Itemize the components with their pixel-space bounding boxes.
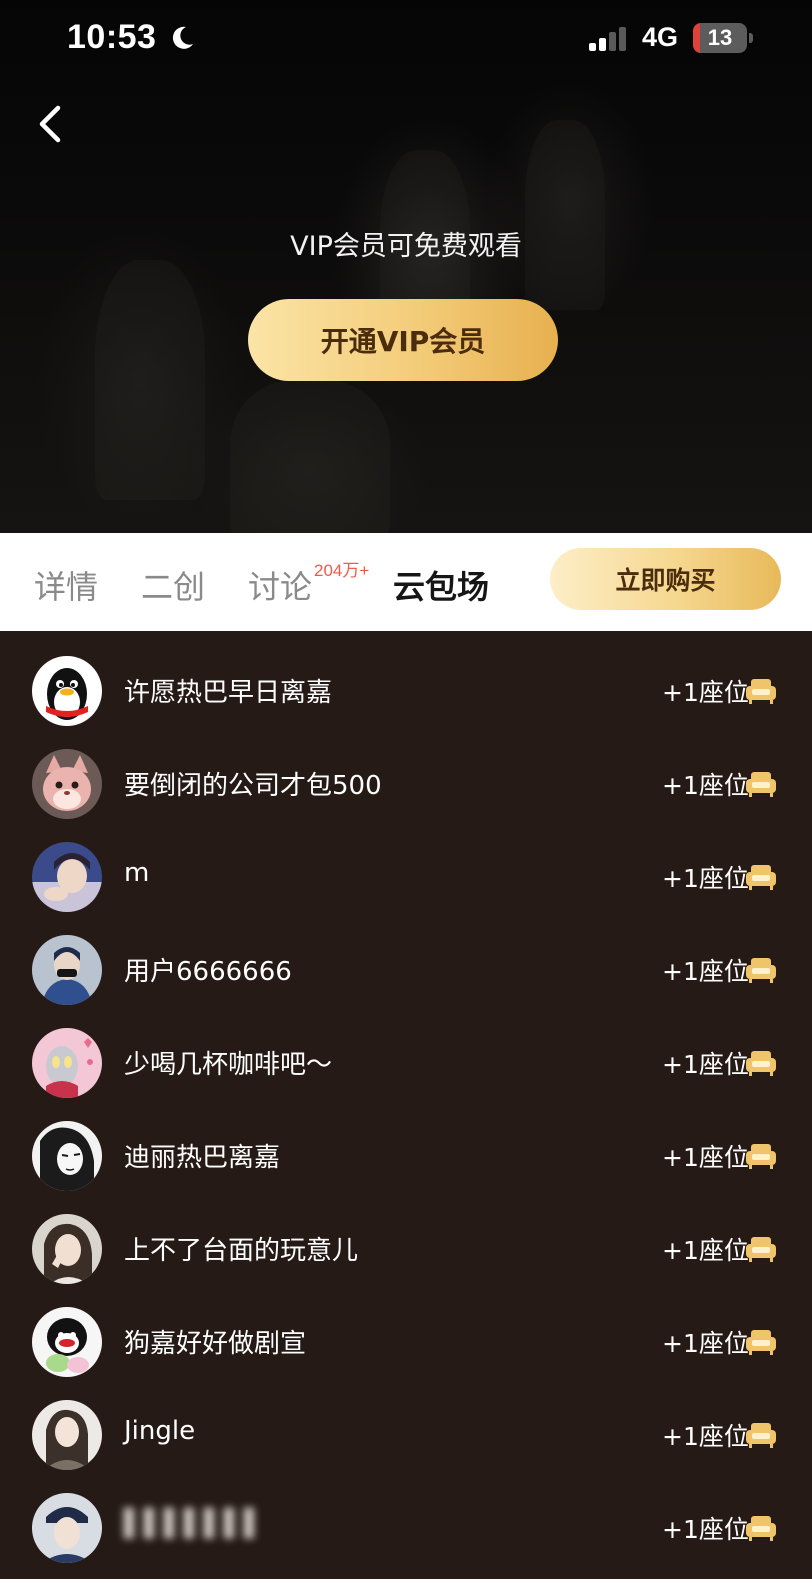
cartoon-fox-avatar-icon — [32, 749, 102, 819]
seat-count-label: +1座位 — [662, 1329, 749, 1358]
penguin-plush-avatar-icon — [32, 1307, 102, 1377]
user-name: m — [124, 858, 150, 888]
seat-count-label: +1座位 — [662, 1143, 749, 1172]
status-time: 10:53 — [67, 18, 157, 56]
sofa-icon — [746, 865, 776, 890]
user-name: 少喝几杯咖啡吧～ — [124, 1050, 333, 1080]
background-figure — [525, 120, 605, 310]
seat-count-label: +1座位 — [662, 1050, 749, 1079]
discussion-count-badge: 204万+ — [314, 561, 370, 580]
user-name: 用户6666666 — [124, 957, 292, 987]
sofa-icon — [746, 1330, 776, 1355]
list-item: 上不了台面的玩意儿 +1座位 — [0, 1206, 812, 1299]
list-item: 少喝几杯咖啡吧～ +1座位 — [0, 1020, 812, 1113]
avatar[interactable] — [32, 1493, 102, 1563]
cartoon-hero-avatar-icon — [32, 1028, 102, 1098]
list-item: 迪丽热巴离嘉 +1座位 — [0, 1113, 812, 1206]
seat-count-label: +1座位 — [662, 1236, 749, 1265]
avatar[interactable] — [32, 935, 102, 1005]
video-player-area: 10:53 4G 13 VIP会员可免费观看 开通VIP会员 — [0, 0, 812, 533]
moon-icon — [172, 26, 193, 49]
seat-count-label: +1座位 — [662, 957, 749, 986]
list-item: 许愿热巴早日离嘉 +1座位 — [0, 648, 812, 741]
tab-discussion[interactable]: 讨论 — [248, 562, 312, 608]
avatar[interactable] — [32, 842, 102, 912]
avatar[interactable] — [32, 749, 102, 819]
seat-count-label: +1座位 — [662, 771, 749, 800]
tab-bar: 详情 二创 讨论 204万+ 云包场 立即购买 — [0, 533, 812, 631]
background-figure — [230, 380, 390, 533]
status-bar: 10:53 4G 13 — [0, 0, 812, 80]
sofa-icon — [746, 1144, 776, 1169]
avatar[interactable] — [32, 1028, 102, 1098]
seat-count-label: +1座位 — [662, 1422, 749, 1451]
seat-list: 许愿热巴早日离嘉 +1座位 要倒闭的公司才包500 +1座位 m +1座位 用户… — [0, 631, 812, 1579]
seat-count-label: +1座位 — [662, 1515, 749, 1544]
cellular-signal-icon — [589, 27, 626, 51]
list-item: 狗嘉好好做剧宣 +1座位 — [0, 1299, 812, 1392]
seat-count-label: +1座位 — [662, 678, 749, 707]
user-name-obscured: ▌▌▌▌▌▌▌ — [124, 1509, 264, 1539]
manga-avatar-icon — [32, 1121, 102, 1191]
user-name: 狗嘉好好做剧宣 — [124, 1329, 307, 1359]
person-photo-avatar-icon — [32, 1493, 102, 1563]
vip-free-watch-tip: VIP会员可免费观看 — [290, 231, 522, 262]
sofa-icon — [746, 1516, 776, 1541]
tab-cloud-screening[interactable]: 云包场 — [393, 562, 489, 608]
qq-penguin-avatar-icon — [32, 656, 102, 726]
network-type-label: 4G — [642, 22, 679, 52]
open-vip-button[interactable]: 开通VIP会员 — [248, 299, 558, 381]
background-figure — [95, 260, 205, 500]
person-photo-avatar-icon — [32, 935, 102, 1005]
list-item: 用户6666666 +1座位 — [0, 927, 812, 1020]
avatar[interactable] — [32, 1121, 102, 1191]
sofa-icon — [746, 1051, 776, 1076]
buy-now-button[interactable]: 立即购买 — [550, 548, 781, 610]
tab-fan-creations[interactable]: 二创 — [141, 562, 205, 608]
sofa-icon — [746, 1423, 776, 1448]
person-photo-avatar-icon — [32, 842, 102, 912]
battery-icon: 13 — [693, 23, 747, 53]
user-name: 上不了台面的玩意儿 — [124, 1236, 359, 1266]
avatar[interactable] — [32, 656, 102, 726]
person-photo-avatar-icon — [32, 1400, 102, 1470]
avatar[interactable] — [32, 1214, 102, 1284]
avatar[interactable] — [32, 1400, 102, 1470]
battery-cap — [749, 33, 753, 43]
list-item: Jingle +1座位 — [0, 1392, 812, 1485]
user-name: 许愿热巴早日离嘉 — [124, 678, 333, 708]
tab-details[interactable]: 详情 — [34, 562, 98, 608]
user-name: 要倒闭的公司才包500 — [124, 771, 382, 801]
user-name: 迪丽热巴离嘉 — [124, 1143, 281, 1173]
user-name: Jingle — [124, 1416, 196, 1446]
back-button[interactable] — [30, 100, 74, 148]
list-item: ▌▌▌▌▌▌▌ +1座位 — [0, 1485, 812, 1578]
sofa-icon — [746, 958, 776, 983]
chevron-left-icon — [39, 105, 61, 143]
sofa-icon — [746, 679, 776, 704]
sofa-icon — [746, 772, 776, 797]
list-item: m +1座位 — [0, 834, 812, 927]
avatar[interactable] — [32, 1307, 102, 1377]
person-photo-avatar-icon — [32, 1214, 102, 1284]
sofa-icon — [746, 1237, 776, 1262]
seat-count-label: +1座位 — [662, 864, 749, 893]
battery-percentage: 13 — [707, 25, 733, 50]
list-item: 要倒闭的公司才包500 +1座位 — [0, 741, 812, 834]
